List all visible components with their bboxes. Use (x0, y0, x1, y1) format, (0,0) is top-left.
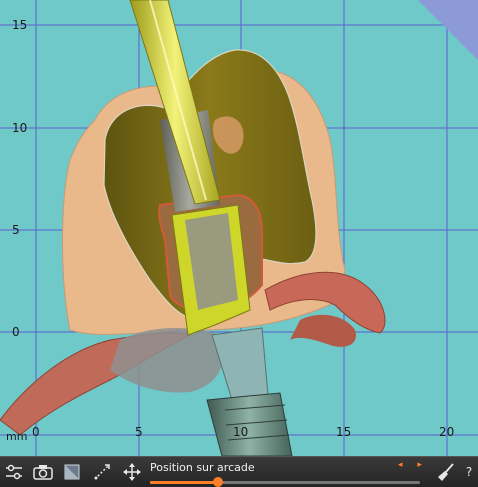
bone-fragment (290, 314, 356, 347)
slider-label: Position sur arcade (150, 461, 255, 474)
y-axis-label-5: 5 (12, 223, 20, 237)
position-slider-fill (150, 481, 218, 484)
x-axis-label-15: 15 (336, 425, 352, 439)
move-tool-icon[interactable] (118, 457, 146, 487)
view-mode-icon[interactable] (58, 457, 86, 487)
connector (211, 327, 269, 401)
sliders-icon[interactable] (0, 457, 28, 487)
y-axis-unit: mm (6, 430, 28, 443)
x-axis-label-0: 0 (32, 425, 40, 439)
camera-icon[interactable] (29, 457, 57, 487)
broom-icon[interactable] (432, 457, 460, 487)
position-slider-track[interactable] (150, 477, 420, 487)
help-label: ? (465, 465, 473, 479)
slider-step-arrows[interactable]: ◂ ▸ (398, 460, 428, 470)
socket-shadow (110, 328, 224, 393)
3d-viewport[interactable]: 15 10 5 0 mm 0 5 10 15 20 (0, 0, 478, 456)
x-axis-label-5: 5 (135, 425, 143, 439)
y-axis-label-15: 15 (12, 18, 28, 32)
x-axis-label-10: 10 (233, 425, 249, 439)
y-axis-label-10: 10 (12, 121, 28, 135)
measure-tool-icon[interactable] (88, 457, 116, 487)
bottom-tool[interactable] (206, 392, 293, 456)
x-axis-label-20: 20 (439, 425, 455, 439)
implant-scene[interactable] (0, 0, 478, 456)
help-button[interactable]: ? (460, 457, 478, 487)
view-cube-corner[interactable] (418, 0, 478, 60)
y-axis-label-0: 0 (12, 325, 20, 339)
